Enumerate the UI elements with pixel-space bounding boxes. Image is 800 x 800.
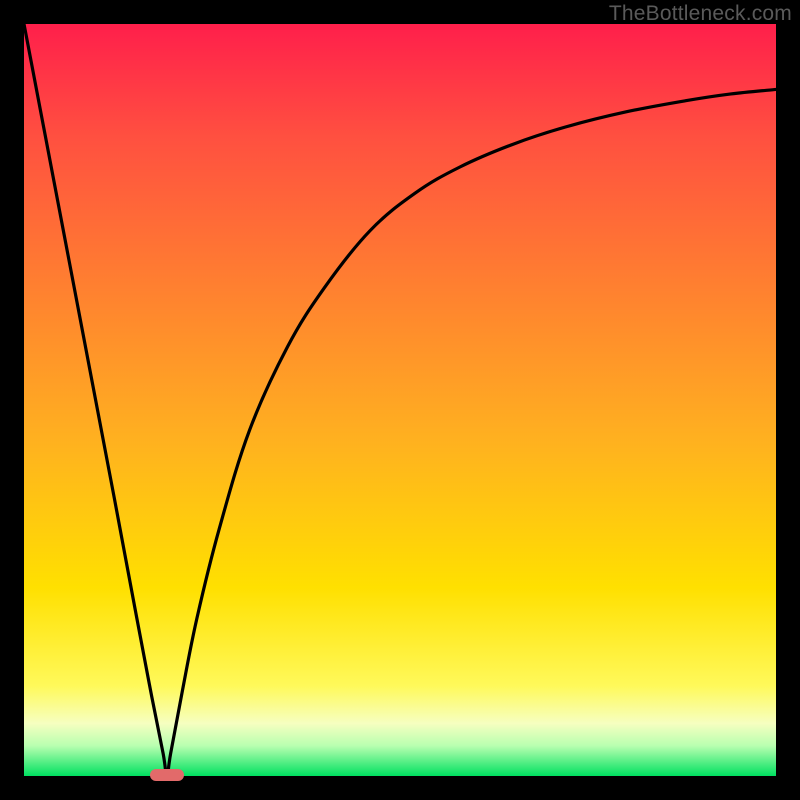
chart-container: TheBottleneck.com <box>0 0 800 800</box>
line-plot <box>24 24 776 776</box>
bottleneck-curve <box>24 24 776 776</box>
watermark-text: TheBottleneck.com <box>609 2 792 26</box>
minimum-marker <box>150 769 184 781</box>
plot-area <box>24 24 776 776</box>
